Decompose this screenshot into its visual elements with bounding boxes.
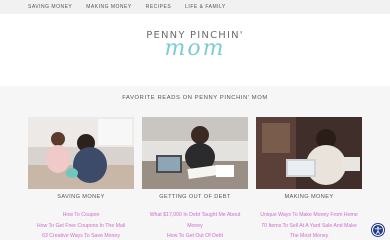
debt-image: [142, 117, 248, 189]
top-navigation: SAVING MONEY MAKING MONEY RECIPES LIFE &…: [0, 0, 390, 14]
accessibility-icon: [374, 226, 382, 234]
column-title[interactable]: MAKING MONEY: [256, 194, 362, 200]
link-70-items-yard-sale[interactable]: 70 Items To Sell At A Yard Sale And Make: [256, 221, 362, 232]
column-making-money: MAKING MONEY Unique Ways To Make Money F…: [256, 117, 362, 240]
link-17000-debt-cont[interactable]: Money: [142, 221, 248, 232]
column-title[interactable]: SAVING MONEY: [28, 194, 134, 200]
nav-item-recipes[interactable]: RECIPES: [146, 4, 171, 10]
saving-money-image: [28, 117, 134, 189]
column-title[interactable]: GETTING OUT OF DEBT: [142, 194, 248, 200]
nav-item-life-family[interactable]: LIFE & FAMILY: [185, 4, 226, 10]
link-unique-ways-make-money[interactable]: Unique Ways To Make Money From Home: [256, 210, 362, 221]
site-header: PENNY PINCHIN' mom: [0, 14, 390, 86]
accessibility-button[interactable]: [372, 224, 384, 236]
column-links: What $17,000 In Debt Taught Me About Mon…: [142, 210, 248, 240]
column-saving-money: SAVING MONEY How To Coupon How To Get Fr…: [28, 117, 134, 240]
logo-script[interactable]: mom: [0, 36, 390, 61]
link-creative-ways-save[interactable]: 63 Creative Ways To Save Money: [28, 231, 134, 240]
column-links: Unique Ways To Make Money From Home 70 I…: [256, 210, 362, 240]
link-how-to-coupon[interactable]: How To Coupon: [28, 210, 134, 221]
link-free-coupons-mail[interactable]: How To Get Free Coupons In The Mail: [28, 221, 134, 232]
link-17000-debt[interactable]: What $17,000 In Debt Taught Me About: [142, 210, 248, 221]
column-getting-out-of-debt: GETTING OUT OF DEBT What $17,000 In Debt…: [142, 117, 248, 240]
making-money-image: [256, 117, 362, 189]
saving-money-photo[interactable]: [28, 117, 134, 189]
debt-photo[interactable]: [142, 117, 248, 189]
section-title: FAVORITE READS ON PENNY PINCHIN' MOM: [122, 95, 268, 101]
making-money-photo[interactable]: [256, 117, 362, 189]
link-70-items-yard-sale-cont[interactable]: The Most Money: [256, 231, 362, 240]
link-get-out-of-debt[interactable]: How To Get Out Of Debt: [142, 231, 248, 240]
column-links: How To Coupon How To Get Free Coupons In…: [28, 210, 134, 240]
nav-item-making-money[interactable]: MAKING MONEY: [86, 4, 131, 10]
nav-item-saving-money[interactable]: SAVING MONEY: [28, 4, 72, 10]
